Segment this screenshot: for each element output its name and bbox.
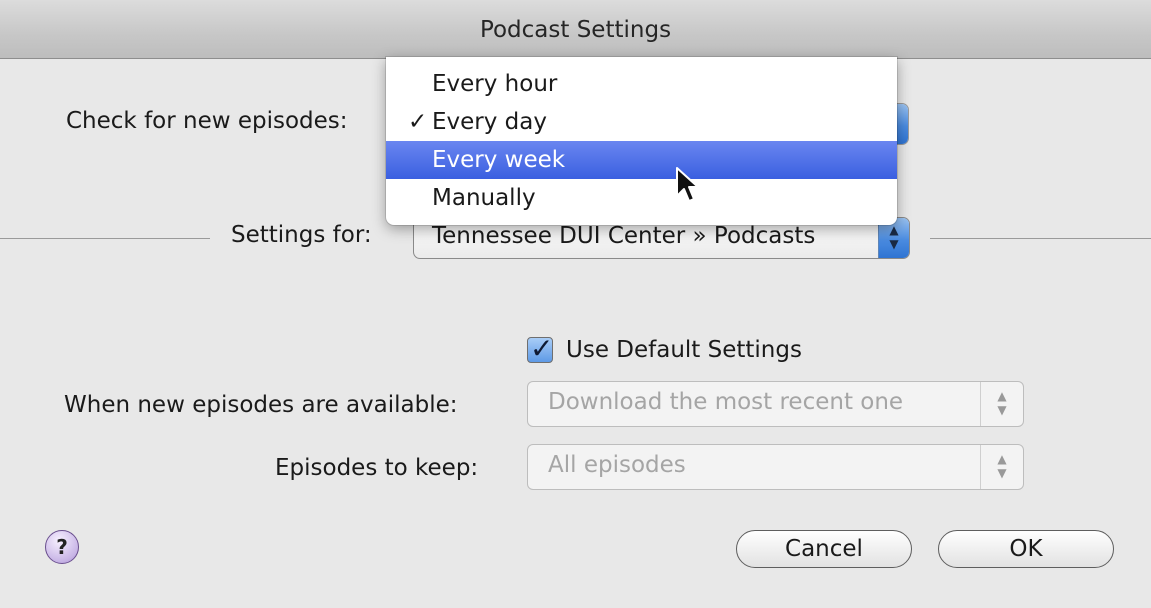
use-default-label[interactable]: Use Default Settings (566, 337, 802, 363)
menu-item-every-hour[interactable]: Every hour (386, 65, 897, 103)
cancel-button[interactable]: Cancel (736, 530, 912, 568)
settings-for-value: Tennessee DUI Center » Podcasts (432, 223, 816, 249)
stepper-icon: ▲ ▼ (980, 445, 1023, 489)
podcast-settings-dialog: Podcast Settings Check for new episodes:… (0, 0, 1151, 608)
checkmark-icon: ✓ (530, 332, 554, 365)
menu-item-manually[interactable]: Manually (386, 179, 897, 217)
settings-for-label: Settings for: (231, 222, 372, 248)
menu-item-every-week[interactable]: Every week (386, 141, 897, 179)
separator-left (0, 238, 210, 239)
when-new-label: When new episodes are available: (64, 392, 458, 418)
episodes-keep-label: Episodes to keep: (275, 455, 479, 481)
up-down-arrows-icon: ▲ ▼ (889, 223, 899, 251)
ok-button[interactable]: OK (938, 530, 1114, 568)
title-bar: Podcast Settings (0, 0, 1151, 59)
when-new-value: Download the most recent one (548, 389, 904, 415)
episodes-keep-popup[interactable]: All episodes ▲ ▼ (527, 444, 1024, 490)
stepper-icon: ▲ ▼ (980, 382, 1023, 426)
separator-right (930, 238, 1151, 239)
help-button[interactable]: ? (45, 530, 79, 564)
use-default-checkbox[interactable]: ✓ (527, 332, 553, 365)
check-frequency-menu: Every hour ✓ Every day Every week Manual… (386, 57, 897, 225)
menu-item-every-day[interactable]: ✓ Every day (386, 103, 897, 141)
mouse-cursor-icon (676, 167, 699, 202)
episodes-keep-value: All episodes (548, 452, 686, 478)
checkmark-icon: ✓ (408, 109, 428, 135)
when-new-popup[interactable]: Download the most recent one ▲ ▼ (527, 381, 1024, 427)
check-episodes-label: Check for new episodes: (66, 108, 348, 134)
window-title: Podcast Settings (479, 17, 672, 43)
